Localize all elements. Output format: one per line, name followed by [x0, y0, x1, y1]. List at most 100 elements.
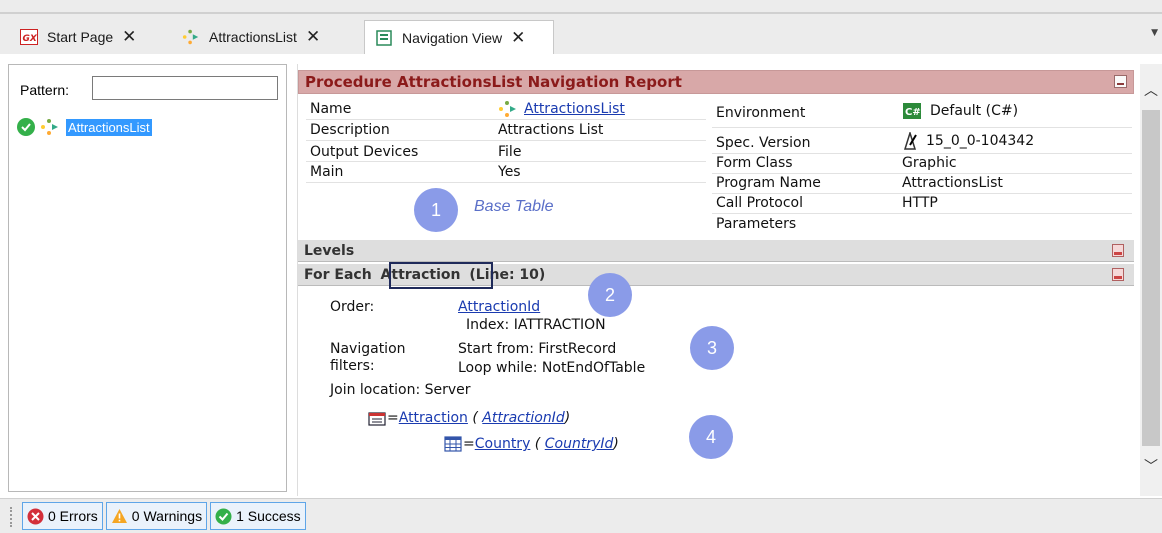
levels-label: Levels [304, 243, 355, 259]
scroll-thumb[interactable] [1142, 110, 1160, 446]
success-check-icon [17, 118, 35, 136]
annotation-bubble-4: 4 [689, 415, 733, 459]
annotation-bubble-1: 1 [414, 188, 458, 232]
close-icon[interactable]: ✕ [511, 28, 525, 48]
collapse-for-each-button[interactable] [1112, 268, 1124, 281]
procedure-icon [498, 100, 518, 118]
attractionid-key-link[interactable]: AttractionId [482, 409, 564, 427]
report-title: Procedure AttractionsList Navigation Rep… [305, 73, 682, 91]
country-table-link[interactable]: Country [475, 435, 531, 453]
equals-sign: = [463, 436, 475, 452]
procedure-icon [182, 28, 200, 46]
tab-navigation-view[interactable]: Navigation View ✕ [364, 20, 554, 54]
index-text: Index: IATTRACTION [466, 317, 606, 333]
order-attribute-link[interactable]: AttractionId [458, 298, 540, 316]
object-list-panel: Pattern: AttractionsList [8, 64, 287, 492]
divider [306, 119, 706, 120]
spec-version-value: 15_0_0-104342 [926, 133, 1035, 149]
prop-key-call-protocol: Call Protocol [716, 195, 804, 211]
errors-label: 0 Errors [48, 508, 98, 524]
join-row-country: = Country ( CountryId ) [444, 435, 619, 453]
table-grid-icon [444, 436, 462, 452]
table-icon [368, 410, 386, 426]
status-bar: 0 Errors 0 Warnings 1 Success [0, 498, 1162, 533]
svg-text:C#: C# [905, 107, 921, 118]
status-filter-group: 0 Errors 0 Warnings 1 Success [22, 502, 309, 530]
gx-icon: GX [20, 28, 38, 46]
prop-value-main: Yes [498, 164, 521, 180]
close-icon[interactable]: ✕ [122, 27, 136, 47]
divider [306, 182, 706, 183]
divider [306, 161, 706, 162]
divider [712, 127, 1132, 128]
tab-label: Start Page [47, 29, 114, 45]
chevron-down-icon[interactable]: ﹀ [1144, 456, 1158, 476]
prop-key-description: Description [310, 122, 390, 138]
levels-section-bar[interactable]: Levels [298, 240, 1134, 262]
errors-filter-button[interactable]: 0 Errors [22, 502, 103, 530]
environment-value: Default (C#) [930, 103, 1019, 119]
prop-value-description: Attractions List [498, 122, 604, 138]
navigation-view-icon [375, 29, 393, 47]
success-filter-button[interactable]: 1 Success [210, 502, 306, 530]
prop-key-main: Main [310, 164, 344, 180]
svg-text:GX: GX [23, 34, 38, 44]
name-link[interactable]: AttractionsList [524, 100, 625, 118]
pattern-input[interactable] [92, 76, 278, 100]
collapse-button[interactable] [1114, 75, 1127, 88]
join-location-text: Join location: Server [330, 382, 471, 398]
divider [712, 213, 1132, 214]
close-paren: ) [613, 436, 619, 452]
tab-strip: GX Start Page ✕ AttractionsList ✕ Naviga… [0, 0, 1162, 54]
csharp-environment-icon: C# [902, 102, 922, 120]
attraction-table-link[interactable]: Attraction [399, 409, 468, 427]
tab-start-page[interactable]: GX Start Page ✕ [10, 20, 170, 54]
warnings-label: 0 Warnings [131, 508, 203, 524]
prop-value-call-protocol: HTTP [902, 195, 938, 211]
collapse-levels-button[interactable] [1112, 244, 1124, 257]
pattern-label: Pattern: [20, 82, 70, 98]
success-label: 1 Success [236, 508, 301, 524]
for-each-prefix: For Each [304, 267, 372, 283]
prop-key-form-class: Form Class [716, 155, 793, 171]
navigation-filters-label-2: filters: [330, 358, 375, 374]
grip-handle[interactable] [10, 507, 13, 527]
annotation-bubble-3: 3 [690, 326, 734, 370]
close-paren: ) [564, 410, 571, 426]
report-header: Procedure AttractionsList Navigation Rep… [298, 70, 1134, 94]
prop-key-name: Name [310, 101, 352, 117]
tree-item-attractionslist[interactable]: AttractionsList [17, 117, 152, 137]
annotation-base-table-text: Base Table [474, 198, 554, 215]
countryid-key-link[interactable]: CountryId [545, 435, 614, 453]
annotation-bubble-2: 2 [588, 273, 632, 317]
prop-value-name[interactable]: AttractionsList [498, 100, 625, 118]
success-check-icon [215, 508, 232, 525]
open-paren: ( [467, 410, 483, 426]
tab-attractionslist[interactable]: AttractionsList ✕ [172, 20, 362, 54]
prop-value-environment: C# Default (C#) [902, 102, 1018, 120]
tab-label: Navigation View [402, 29, 503, 46]
close-icon[interactable]: ✕ [306, 27, 320, 47]
open-paren: ( [530, 436, 545, 452]
base-table-highlight-box [389, 262, 493, 289]
chevron-up-icon[interactable]: ︿ [1144, 80, 1158, 100]
warnings-filter-button[interactable]: 0 Warnings [105, 502, 208, 530]
tab-label: AttractionsList [209, 29, 297, 45]
navigation-filters-label-1: Navigation [330, 341, 406, 357]
prop-key-environment: Environment [716, 105, 806, 121]
equals-sign: = [387, 410, 399, 426]
join-row-attraction: = Attraction ( AttractionId ) [368, 409, 570, 427]
tabstrip-divider [0, 12, 1162, 14]
vertical-scrollbar[interactable]: ︿ ﹀ [1140, 64, 1162, 496]
order-label: Order: [330, 299, 375, 315]
prop-key-parameters: Parameters [716, 216, 797, 232]
tree-item-label: AttractionsList [66, 118, 152, 136]
prop-value-form-class: Graphic [902, 155, 957, 171]
metronome-icon [902, 132, 918, 150]
chevron-down-icon[interactable]: ▼ [1151, 28, 1158, 38]
divider [306, 140, 706, 141]
loop-while-text: Loop while: NotEndOfTable [458, 360, 646, 376]
prop-value-spec-version: 15_0_0-104342 [902, 132, 1034, 150]
start-from-text: Start from: FirstRecord [458, 341, 617, 357]
prop-key-output-devices: Output Devices [310, 144, 419, 160]
